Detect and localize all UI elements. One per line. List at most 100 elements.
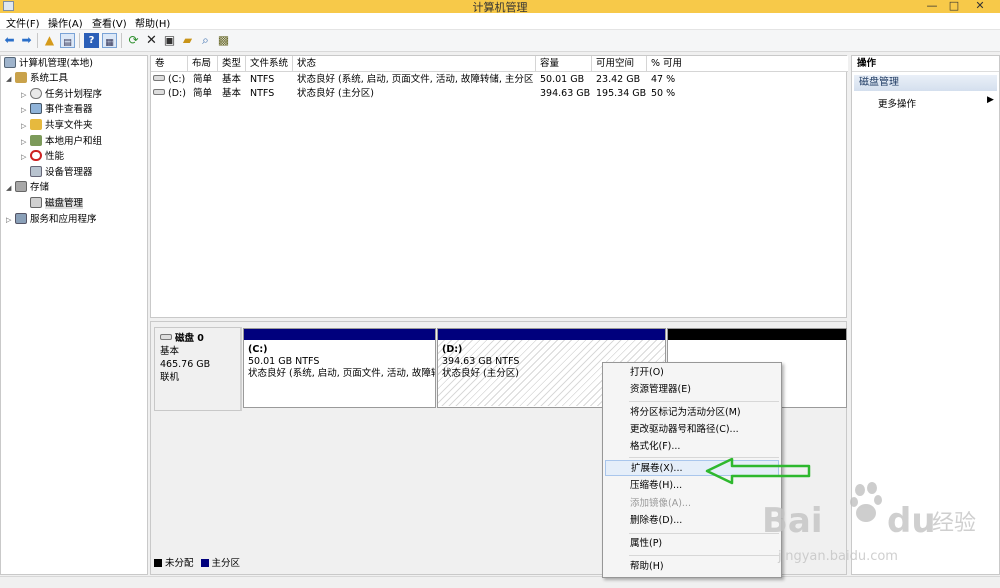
disk-size: 465.76 GB: [160, 359, 211, 370]
menu-properties[interactable]: 属性(P): [605, 536, 779, 552]
partition-label: (D:): [442, 344, 463, 355]
actions-section-disk-management[interactable]: 磁盘管理: [854, 75, 997, 91]
open-folder-icon[interactable]: ▰: [180, 33, 195, 48]
col-filesystem[interactable]: 文件系统: [246, 56, 293, 72]
toolbar: ⬅ ➡ ▲ ▤ ? ▦ ⟳ ✕ ▣ ▰ ⌕ ▩: [0, 30, 1000, 52]
expand-arrow-icon[interactable]: ▷: [21, 103, 30, 117]
tree-item-services-apps[interactable]: ▷ 服务和应用程序: [6, 213, 97, 227]
more-actions-link[interactable]: 更多操作: [878, 96, 916, 110]
menu-bar: 文件(F) 操作(A) 查看(V) 帮助(H): [0, 13, 1000, 30]
menu-open[interactable]: 打开(O): [605, 365, 779, 381]
delete-icon[interactable]: ✕: [144, 33, 159, 48]
forward-arrow-icon[interactable]: ➡: [19, 33, 34, 48]
tree-item-disk-management[interactable]: 磁盘管理: [30, 197, 84, 211]
refresh-icon[interactable]: ⟳: [126, 33, 141, 48]
close-button[interactable]: ✕: [960, 0, 1000, 12]
collapse-arrow-icon[interactable]: ◢: [6, 181, 15, 195]
menu-help[interactable]: 帮助(H): [135, 15, 170, 30]
search-icon[interactable]: ⌕: [198, 33, 213, 48]
tree-item-shared-folders[interactable]: ▷ 共享文件夹: [21, 119, 93, 133]
menu-action[interactable]: 操作(A): [48, 15, 83, 30]
tools-icon: [15, 72, 27, 83]
legend-unallocated: 未分配: [165, 558, 194, 569]
menu-view[interactable]: 查看(V): [92, 15, 127, 30]
services-icon: [15, 213, 27, 224]
volume-status: 状态良好 (系统, 启动, 页面文件, 活动, 故障转储, 主分区): [297, 74, 534, 85]
volume-list: 卷 布局 类型 文件系统 状态 容量 可用空间 % 可用 (C:) 简单 基本 …: [150, 55, 848, 318]
disk-state: 联机: [160, 372, 180, 383]
volume-capacity: 394.63 GB: [540, 88, 591, 99]
menu-mark-active[interactable]: 将分区标记为活动分区(M): [605, 405, 779, 421]
col-status[interactable]: 状态: [293, 56, 536, 72]
col-type[interactable]: 类型: [218, 56, 246, 72]
drive-icon: [153, 89, 165, 95]
tree-item-event-viewer[interactable]: ▷ 事件查看器: [21, 103, 93, 117]
expand-arrow-icon[interactable]: ▷: [21, 88, 30, 102]
disk-name: 磁盘 0: [175, 333, 204, 344]
title-bar: 计算机管理 — □ ✕: [0, 0, 1000, 14]
up-folder-icon[interactable]: ▲: [42, 33, 57, 48]
volume-name: (C:): [168, 74, 186, 85]
col-layout[interactable]: 布局: [188, 56, 218, 72]
partition-status: 状态良好 (系统, 启动, 页面文件, 活动, 故障转储: [248, 368, 435, 379]
volume-row[interactable]: (C:) 简单 基本 NTFS 状态良好 (系统, 启动, 页面文件, 活动, …: [151, 73, 848, 87]
performance-icon: [30, 150, 42, 161]
expand-arrow-icon[interactable]: ▷: [21, 150, 30, 164]
tree-item-system-tools[interactable]: ◢ 系统工具: [6, 72, 68, 86]
tree-item-task-scheduler[interactable]: ▷ 任务计划程序: [21, 88, 102, 102]
console-tree: 计算机管理(本地) ◢ 系统工具 ▷ 任务计划程序 ▷ 事件查看器 ▷ 共享文件夹 ▷ 本…: [0, 55, 148, 575]
volume-row[interactable]: (D:) 简单 基本 NTFS 状态良好 (主分区) 394.63 GB 195…: [151, 87, 848, 101]
properties-icon[interactable]: ▣: [162, 33, 177, 48]
menu-explorer[interactable]: 资源管理器(E): [605, 382, 779, 398]
volume-type: 基本: [222, 88, 242, 99]
actions-header: 操作: [852, 56, 999, 72]
partition-label: (C:): [248, 344, 268, 355]
expand-arrow-icon[interactable]: ▷: [6, 213, 15, 227]
help-icon[interactable]: ?: [84, 33, 99, 48]
disk-0-info[interactable]: 磁盘 0 基本 465.76 GB 联机: [154, 327, 242, 411]
svg-text:du: du: [887, 501, 936, 541]
col-capacity[interactable]: 容量: [536, 56, 592, 72]
primary-swatch: [200, 559, 209, 567]
tree-item-performance[interactable]: ▷ 性能: [21, 150, 64, 164]
menu-delete-volume[interactable]: 删除卷(D)...: [605, 513, 779, 529]
volume-list-header: 卷 布局 类型 文件系统 状态 容量 可用空间 % 可用: [151, 56, 848, 72]
menu-add-mirror[interactable]: 添加镜像(A)...: [605, 496, 779, 512]
volume-layout: 简单: [193, 74, 213, 85]
collapse-arrow-icon[interactable]: ◢: [6, 72, 15, 86]
svg-text:jingyan.baidu.com: jingyan.baidu.com: [777, 549, 898, 564]
console-icon[interactable]: ▦: [102, 33, 117, 48]
baidu-jingyan-watermark: Bai du 经验 jingyan.baidu.com: [762, 482, 976, 564]
menu-format[interactable]: 格式化(F)...: [605, 439, 779, 455]
volume-name: (D:): [168, 88, 186, 99]
tree-item-computer-management[interactable]: 计算机管理(本地): [4, 57, 93, 71]
legend-primary: 主分区: [211, 558, 241, 569]
volume-layout: 简单: [193, 88, 213, 99]
volume-type: 基本: [222, 74, 242, 85]
tree-item-local-users[interactable]: ▷ 本地用户和组: [21, 135, 102, 149]
tree-item-device-manager[interactable]: 设备管理器: [30, 166, 93, 180]
col-percent-free[interactable]: % 可用: [647, 56, 848, 72]
users-icon: [30, 135, 42, 146]
partition-c[interactable]: (C:) 50.01 GB NTFS 状态良好 (系统, 启动, 页面文件, 活…: [243, 328, 436, 408]
expand-arrow-icon[interactable]: ▷: [21, 119, 30, 133]
tree-item-storage[interactable]: ◢ 存储: [6, 181, 49, 195]
disk-legend: 未分配 主分区: [154, 558, 240, 570]
submenu-arrow-icon[interactable]: ▶: [987, 95, 994, 105]
svg-text:经验: 经验: [932, 511, 976, 536]
col-volume[interactable]: 卷: [151, 56, 188, 72]
menu-change-drive-letter[interactable]: 更改驱动器号和路径(C)...: [605, 422, 779, 438]
event-log-icon: [30, 103, 42, 114]
shared-folder-icon: [30, 119, 42, 130]
back-arrow-icon[interactable]: ⬅: [2, 33, 17, 48]
menu-file[interactable]: 文件(F): [6, 15, 40, 30]
export-icon[interactable]: ▩: [216, 33, 231, 48]
menu-help[interactable]: 帮助(H): [605, 559, 779, 575]
volume-percent-free: 47 %: [651, 74, 676, 85]
col-free-space[interactable]: 可用空间: [592, 56, 647, 72]
unallocated-swatch: [154, 559, 162, 567]
show-hide-tree-icon[interactable]: ▤: [60, 33, 75, 48]
expand-arrow-icon[interactable]: ▷: [21, 135, 30, 149]
minimize-button[interactable]: —: [922, 0, 942, 12]
disk-drive-icon: [160, 334, 172, 340]
